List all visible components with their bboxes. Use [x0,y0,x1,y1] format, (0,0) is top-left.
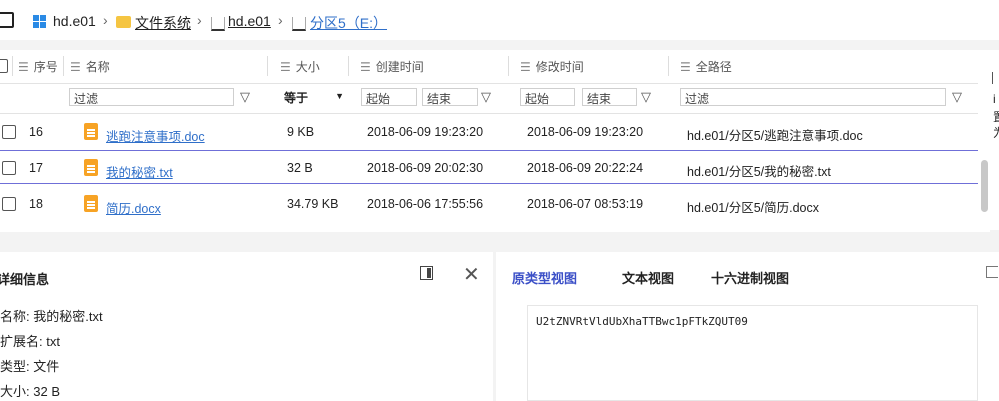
column-divider [348,56,349,76]
modified-filter-funnel-icon[interactable]: ▽ [641,89,651,105]
windows-icon [33,15,46,28]
row-path: hd.e01/分区5/逃跑注意事项.doc [687,129,863,143]
table-row-selected[interactable]: 17 我的秘密.txt 32 B 2018-06-09 20:02:30 201… [0,150,978,184]
col-header-name[interactable]: ☰ 名称 [70,58,110,75]
col-header-path[interactable]: ☰ 全路径 [680,58,732,75]
row-checkbox[interactable] [2,161,16,175]
row-index: 17 [29,161,43,175]
column-divider [508,56,509,76]
detail-name-row: 名称: 我的秘密.txt [0,309,103,324]
breadcrumb-separator-icon: › [103,12,108,28]
row-created: 2018-06-09 20:02:30 [367,161,484,175]
path-filter-funnel-icon[interactable]: ▽ [952,89,962,105]
folder-icon [116,16,131,28]
row-size: 34.79 KB [287,197,339,211]
row-size: 32 B [287,161,313,175]
row-checkbox[interactable] [2,197,16,211]
resize-handle-icon[interactable] [992,72,999,84]
name-filter-funnel-icon[interactable]: ▽ [240,89,250,105]
row-index: 16 [29,125,43,139]
column-divider [63,56,64,76]
row-path: hd.e01/分区5/简历.docx [687,201,820,215]
breadcrumb-item-image[interactable]: hd.e01 [228,13,271,29]
table-row[interactable]: 16 逃跑注意事项.doc 9 KB 2018-06-09 19:23:20 2… [0,115,978,149]
created-end-input[interactable]: 结束 [422,88,478,106]
row-file-name[interactable]: 我的秘密.txt [106,162,173,181]
tab-native-view[interactable]: 原类型视图 [512,268,577,287]
tab-text-view[interactable]: 文本视图 [622,268,674,287]
modified-start-input[interactable]: 起始 [520,88,575,106]
detail-size-row: 大小: 32 B [0,384,60,399]
detail-type-row: 类型: 文件 [0,359,60,374]
row-created: 2018-06-06 17:55:56 [367,197,484,211]
col-header-index[interactable]: ☰ 序号 [18,58,58,75]
column-divider [267,56,268,76]
row-path: hd.e01/分区5/我的秘密.txt [687,165,831,179]
side-text: i [993,92,996,106]
row-modified: 2018-06-09 19:23:20 [527,125,644,139]
col-header-size[interactable]: ☰ 大小 [280,58,320,75]
right-side-panel: i 置 为 [990,50,999,230]
detail-ext-row: 扩展名: txt [0,334,60,349]
side-text: 置 [993,108,999,125]
row-file-name[interactable]: 简历.docx [106,198,161,217]
breadcrumb-separator-icon: › [278,12,283,28]
breadcrumb-bar: hd.e01 › 文件系统 › hd.e01 › 分区5（E:） [0,0,999,40]
table-header-row [0,50,978,84]
detail-title: 详细信息 [0,272,50,287]
document-file-icon [84,123,98,140]
disk-icon [211,17,225,31]
tab-hex-view[interactable]: 十六进制视图 [711,268,789,287]
table-row[interactable]: 18 简历.docx 34.79 KB 2018-06-06 17:55:56 … [0,187,978,221]
partition-icon [292,17,306,31]
back-folder-icon[interactable] [0,12,14,28]
document-file-icon [84,195,98,212]
column-divider [668,56,669,76]
select-all-checkbox[interactable] [0,59,8,73]
breadcrumb-item-evidence[interactable]: hd.e01 [53,13,96,29]
row-created: 2018-06-09 19:23:20 [367,125,484,139]
dock-panel-icon[interactable] [420,266,433,280]
row-size: 9 KB [287,125,315,139]
name-filter-input[interactable]: 过滤 [69,88,234,106]
row-modified: 2018-06-09 20:22:24 [527,161,644,175]
size-operator-select[interactable]: 等于 ▼ [280,88,346,106]
preview-content-text: U2tZNVRtVldUbXhaTTBwc1pFTkZQUT09 [536,315,748,328]
text-file-icon [84,159,98,176]
side-text: 为 [993,124,999,141]
open-external-icon[interactable] [986,266,998,278]
row-checkbox[interactable] [2,125,16,139]
row-index: 18 [29,197,43,211]
created-filter-funnel-icon[interactable]: ▽ [481,89,491,105]
modified-end-input[interactable]: 结束 [582,88,637,106]
created-start-input[interactable]: 起始 [361,88,417,106]
breadcrumb-item-filesystem[interactable]: 文件系统 [135,13,191,33]
close-icon[interactable]: ✕ [463,262,480,287]
col-header-modified[interactable]: ☰ 修改时间 [520,58,584,75]
path-filter-input[interactable]: 过滤 [680,88,946,106]
breadcrumb-separator-icon: › [197,12,202,28]
row-modified: 2018-06-07 08:53:19 [527,197,644,211]
breadcrumb-item-partition[interactable]: 分区5（E:） [310,13,387,33]
col-header-created[interactable]: ☰ 创建时间 [360,58,424,75]
column-divider [12,56,13,76]
row-file-name[interactable]: 逃跑注意事项.doc [106,126,205,145]
table-scrollbar[interactable] [981,160,988,212]
